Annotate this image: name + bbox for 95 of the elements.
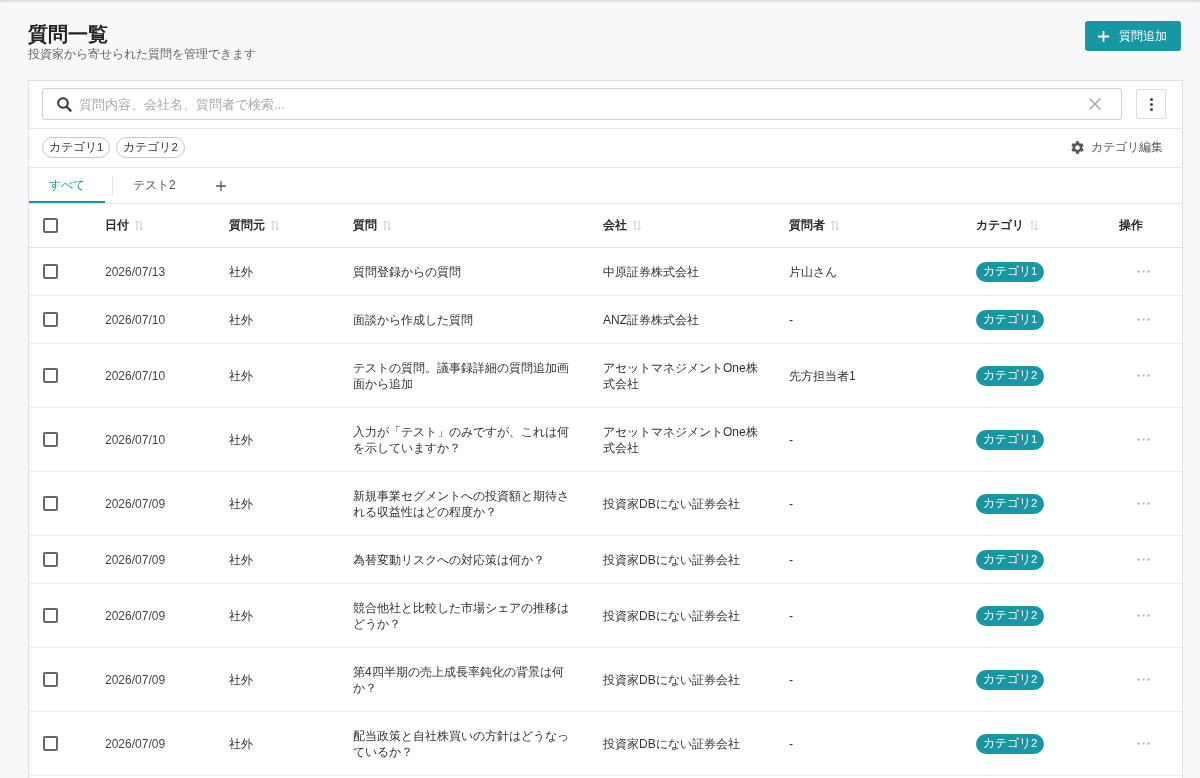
category-chip[interactable]: カテゴリ1 (42, 137, 111, 158)
asker-cell-text: - (789, 431, 794, 448)
more-icon (1136, 558, 1150, 561)
column-header[interactable]: 質問 (353, 217, 377, 234)
question-cell-text: 新規事業セグメントへの投資額と期待される収益性はどの程度か？ (353, 487, 570, 520)
column-header[interactable]: 質問元 (229, 217, 265, 234)
edit-categories-button[interactable]: カテゴリ編集 (1071, 139, 1163, 156)
column-header: 操作 (1119, 217, 1143, 234)
category-badge: カテゴリ2 (976, 549, 1045, 570)
category-badge: カテゴリ1 (976, 309, 1045, 330)
column-header[interactable]: 会社 (603, 217, 627, 234)
source-cell-text: 社外 (229, 671, 254, 688)
question-cell-text: 入力が「テスト」のみですが、これは何を示していますか？ (353, 423, 570, 456)
row-checkbox[interactable] (43, 368, 58, 383)
asker-cell-text: 片山さん (789, 263, 838, 280)
settings-icon (1071, 141, 1084, 154)
asker-cell-text: - (789, 607, 794, 624)
row-checkbox[interactable] (43, 312, 58, 327)
date-cell-text: 2026/07/09 (105, 671, 167, 688)
category-badge: カテゴリ2 (976, 365, 1045, 386)
source-cell-text: 社外 (229, 551, 254, 568)
more-icon (1136, 270, 1150, 273)
date-cell-text: 2026/07/09 (105, 735, 167, 752)
row-checkbox[interactable] (43, 672, 58, 687)
asker-cell-text: - (789, 311, 794, 328)
add-question-button[interactable]: 質問追加 (1085, 21, 1181, 51)
plus-icon (215, 180, 226, 191)
more-options-button[interactable] (1136, 89, 1166, 119)
category-badge: カテゴリ2 (976, 669, 1045, 690)
row-checkbox[interactable] (43, 264, 58, 279)
vertical-dots-icon (1149, 97, 1153, 111)
company-cell-text: アセットマネジメントOne株式会社 (603, 423, 759, 456)
more-icon (1136, 678, 1150, 681)
asker-cell-text: - (789, 495, 794, 512)
select-all-checkbox[interactable] (43, 218, 58, 233)
source-cell-text: 社外 (229, 607, 254, 624)
company-cell-text: 投資家DBにない証券会社 (603, 551, 741, 568)
column-header[interactable]: 日付 (105, 217, 129, 234)
source-cell-text: 社外 (229, 263, 254, 280)
company-cell-text: 中原証券株式会社 (603, 263, 700, 280)
more-icon (1136, 374, 1150, 377)
question-cell-text: 質問登録からの質問 (353, 263, 462, 280)
row-checkbox[interactable] (43, 608, 58, 623)
date-cell-text: 2026/07/09 (105, 551, 167, 568)
tab[interactable]: すべて (29, 168, 105, 203)
date-cell-text: 2026/07/10 (105, 311, 167, 328)
category-badge: カテゴリ2 (976, 605, 1045, 626)
question-cell-text: 配当政策と自社株買いの方針はどうなっているか？ (353, 727, 570, 760)
more-icon (1136, 318, 1150, 321)
asker-cell-text: 先方担当者1 (789, 367, 857, 384)
company-cell-text: アセットマネジメントOne株式会社 (603, 359, 759, 392)
question-cell-text: 競合他社と比較した市場シェアの推移はどうか？ (353, 599, 570, 632)
row-checkbox[interactable] (43, 736, 58, 751)
company-cell-text: 投資家DBにない証券会社 (603, 495, 741, 512)
more-icon (1136, 502, 1150, 505)
row-checkbox[interactable] (43, 496, 58, 511)
source-cell-text: 社外 (229, 311, 254, 328)
date-cell-text: 2026/07/09 (105, 607, 167, 624)
category-badge: カテゴリ2 (976, 493, 1045, 514)
question-cell-text: 面談から作成した質問 (353, 311, 474, 328)
source-cell-text: 社外 (229, 367, 254, 384)
company-cell-text: ANZ証券株式会社 (603, 311, 700, 328)
close-icon[interactable] (1089, 98, 1101, 110)
more-icon (1136, 614, 1150, 617)
more-icon (1136, 742, 1150, 745)
column-header[interactable]: 質問者 (789, 217, 825, 234)
asker-cell-text: - (789, 551, 794, 568)
question-cell-text: テストの質問。議事録詳細の質問追加画面から追加 (353, 359, 570, 392)
plus-icon (1098, 30, 1109, 42)
date-cell-text: 2026/07/09 (105, 495, 167, 512)
tab[interactable]: テスト2 (113, 168, 196, 203)
source-cell-text: 社外 (229, 735, 254, 752)
company-cell-text: 投資家DBにない証券会社 (603, 735, 741, 752)
question-cell-text: 第4四半期の売上成長率鈍化の背景は何か？ (353, 663, 565, 696)
row-checkbox[interactable] (43, 432, 58, 447)
page-subtitle: 投資家から寄せられた質問を管理できます (28, 46, 256, 63)
column-header[interactable]: カテゴリ (976, 217, 1024, 234)
asker-cell-text: - (789, 735, 794, 752)
category-badge: カテゴリ1 (976, 429, 1045, 450)
category-chip[interactable]: カテゴリ2 (116, 137, 185, 158)
company-cell-text: 投資家DBにない証券会社 (603, 607, 741, 624)
row-checkbox[interactable] (43, 552, 58, 567)
date-cell-text: 2026/07/10 (105, 431, 167, 448)
question-cell-text: 為替変動リスクへの対応策は何か？ (353, 551, 546, 568)
asker-cell-text: - (789, 671, 794, 688)
category-badge: カテゴリ1 (976, 261, 1045, 282)
date-cell-text: 2026/07/13 (105, 263, 167, 280)
company-cell-text: 投資家DBにない証券会社 (603, 671, 741, 688)
search-icon (57, 96, 72, 112)
source-cell-text: 社外 (229, 495, 254, 512)
page-title: 質問一覧 (28, 22, 108, 46)
source-cell-text: 社外 (229, 431, 254, 448)
category-badge: カテゴリ2 (976, 733, 1045, 754)
date-cell-text: 2026/07/10 (105, 367, 167, 384)
more-icon (1136, 438, 1150, 441)
